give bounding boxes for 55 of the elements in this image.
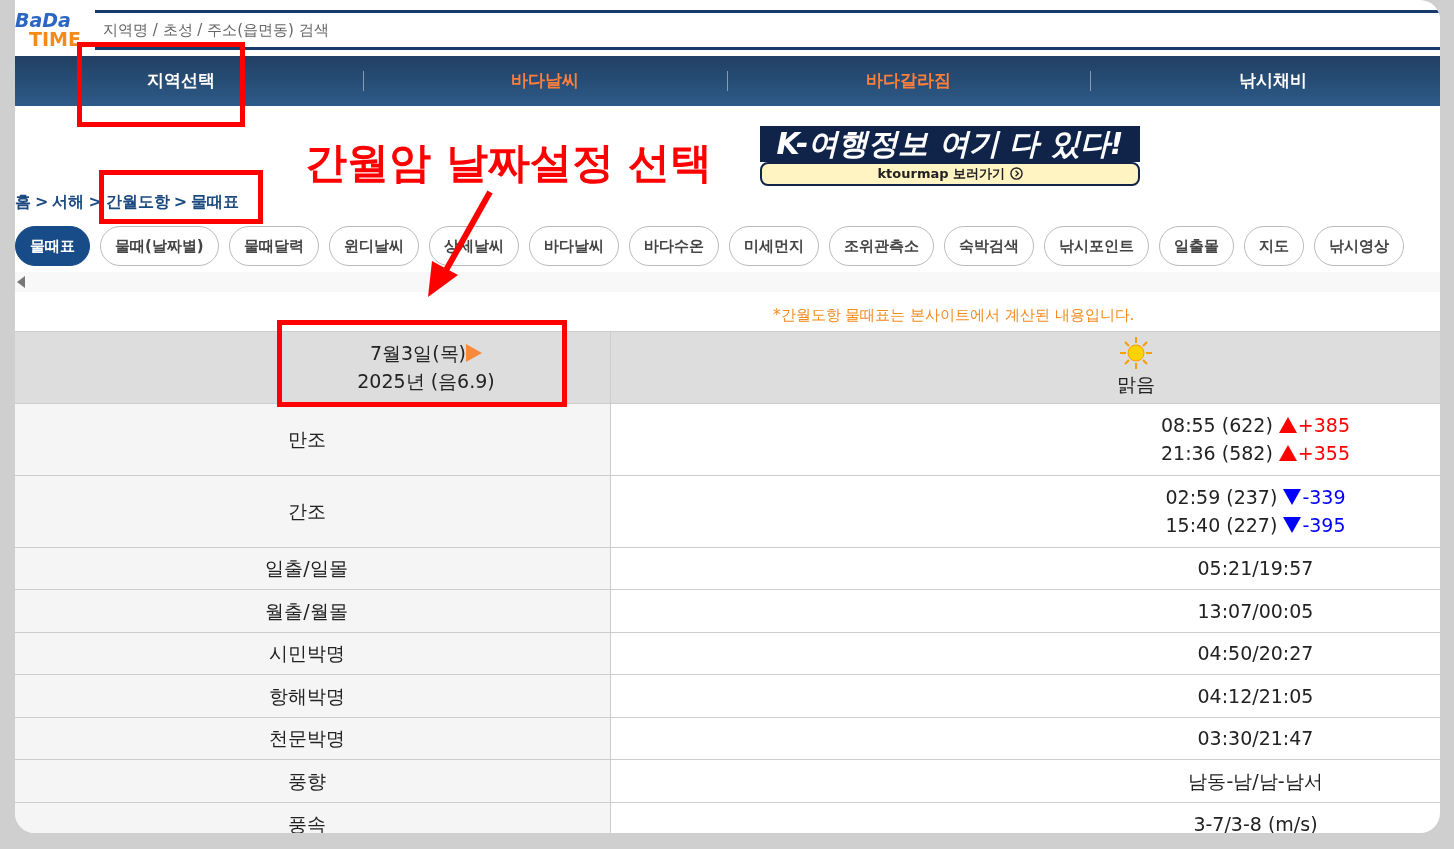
tide-time: 21:36 (582) bbox=[1160, 442, 1273, 464]
tide-time: 02:59 (237) bbox=[1165, 485, 1278, 508]
tide-time: 08:55 (622) bbox=[1160, 413, 1273, 436]
banner-title: K-여행정보 여기 다 있다! bbox=[760, 126, 1140, 162]
banner[interactable]: K-여행정보 여기 다 있다! ktourmap 보러가기 bbox=[760, 126, 1140, 186]
annotation-text: 간월암 날짜설정 선택 bbox=[305, 140, 713, 187]
tide-time: 15:40 (227) bbox=[1165, 514, 1278, 536]
row-value: 3-7/3-8 (m/s) bbox=[1193, 812, 1318, 833]
row-label: 일출/일몰 bbox=[265, 557, 348, 580]
tab-pill[interactable]: 윈디날씨 bbox=[328, 225, 419, 266]
row-value: 04:50/20:27 bbox=[1197, 642, 1314, 665]
breadcrumb-link[interactable]: 간월도항 bbox=[105, 191, 170, 211]
row-label: 만조 bbox=[287, 427, 326, 450]
row-value: 04:12/21:05 bbox=[1197, 684, 1314, 707]
year-text: 2025년 (음6.9) bbox=[356, 369, 496, 394]
row-label: 풍속 bbox=[287, 812, 326, 833]
row-label: 항해박명 bbox=[268, 684, 345, 707]
tide-change: +355 bbox=[1297, 442, 1351, 464]
breadcrumb-link[interactable]: 서해 bbox=[52, 191, 85, 211]
tab-pill[interactable]: 물때(날짜별) bbox=[100, 225, 219, 266]
row-label: 풍향 bbox=[287, 770, 326, 792]
breadcrumb-separator: > bbox=[173, 191, 188, 211]
row-value: 03:30/21:47 bbox=[1197, 727, 1314, 750]
nav-item[interactable]: 지역선택 bbox=[15, 67, 363, 95]
tab-pill[interactable]: 바다날씨 bbox=[528, 225, 619, 266]
breadcrumb-link[interactable]: 홈 bbox=[15, 191, 31, 211]
nav-item[interactable]: 낚시채비 bbox=[1091, 67, 1440, 95]
tide-change: -395 bbox=[1302, 514, 1346, 536]
tab-pill[interactable]: 숙박검색 bbox=[943, 225, 1034, 266]
row-value: 남동-남/남-남서 bbox=[1188, 770, 1323, 792]
row-label: 천문박명 bbox=[268, 727, 345, 750]
row-label: 간조 bbox=[287, 499, 326, 522]
notice-text: *간월도항 물때표는 본사이트에서 계산된 내용입니다. bbox=[773, 305, 1136, 326]
row-value: 13:07/00:05 bbox=[1197, 599, 1314, 622]
tab-pill[interactable]: 낚시포인트 bbox=[1043, 225, 1149, 266]
breadcrumb-link[interactable]: 물때표 bbox=[191, 191, 240, 211]
tab-pill[interactable]: 지도 bbox=[1243, 225, 1304, 266]
tide-change: +385 bbox=[1297, 413, 1351, 436]
tab-pill[interactable]: 조위관측소 bbox=[828, 225, 934, 266]
tab-pill[interactable]: 미세먼지 bbox=[728, 225, 819, 266]
logo[interactable]: BaDa TIME bbox=[15, 11, 95, 49]
date-text: 7월3일(목) bbox=[370, 340, 466, 366]
banner-link[interactable]: ktourmap 보러가기 bbox=[760, 162, 1140, 186]
tide-change: -339 bbox=[1302, 485, 1346, 508]
tab-pill[interactable]: 물때표 bbox=[15, 225, 90, 266]
tab-pill[interactable]: 바다수온 bbox=[628, 225, 719, 266]
tab-pill[interactable]: 물때달력 bbox=[228, 225, 319, 266]
search-field[interactable]: 지역명 / 초성 / 주소(읍면동) 검색 bbox=[95, 10, 1440, 50]
row-label: 시민박명 bbox=[268, 642, 345, 665]
tab-pill[interactable]: 낚시영상 bbox=[1313, 225, 1404, 266]
tab-pill[interactable]: 일출몰 bbox=[1158, 225, 1234, 266]
row-value: 05:21/19:57 bbox=[1197, 557, 1314, 580]
weather-text: 맑음 bbox=[1115, 371, 1156, 397]
breadcrumb-separator: > bbox=[35, 191, 49, 211]
row-label: 월출/월몰 bbox=[265, 599, 348, 622]
